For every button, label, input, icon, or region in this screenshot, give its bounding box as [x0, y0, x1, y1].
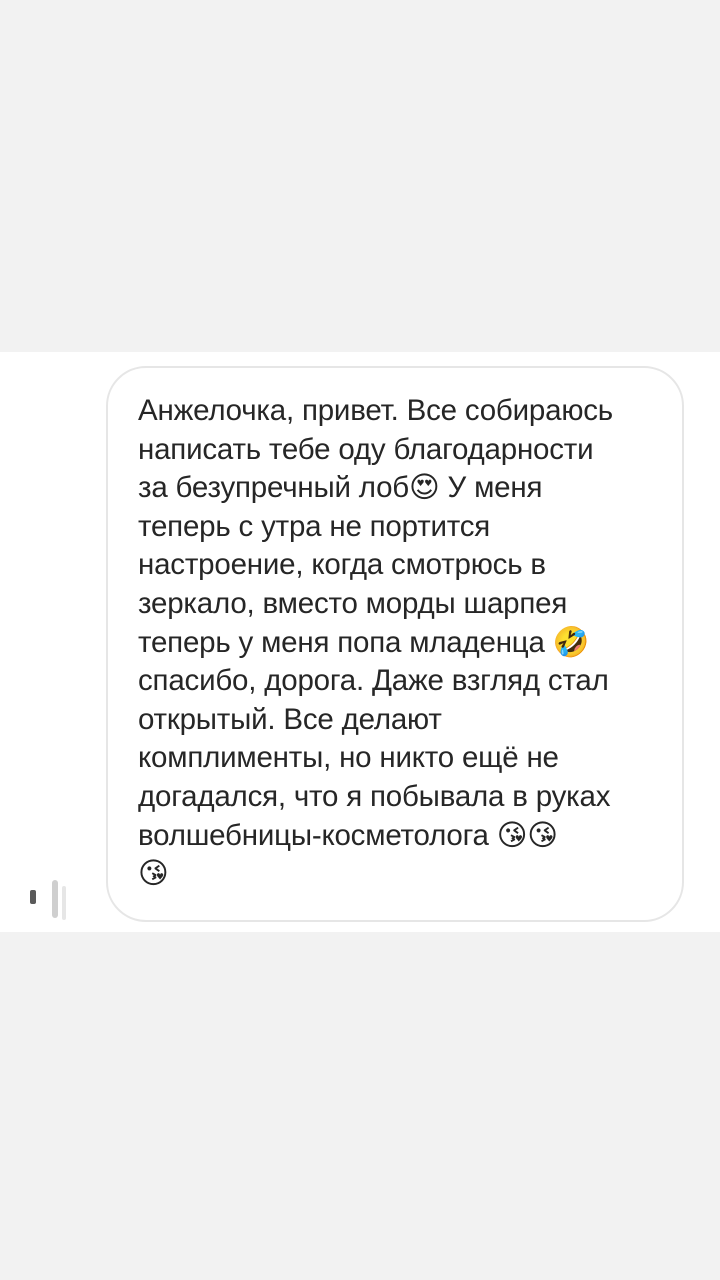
avatar-figure [62, 886, 66, 920]
bottom-background [0, 932, 720, 1280]
sender-avatar[interactable] [26, 870, 82, 926]
message-bubble[interactable]: Анжелочка, привет. Все собираюсь написат… [106, 366, 684, 922]
avatar-figure [52, 880, 58, 918]
message-text: Анжелочка, привет. Все собираюсь написат… [138, 394, 613, 891]
top-background [0, 0, 720, 352]
avatar-figure [30, 890, 36, 904]
